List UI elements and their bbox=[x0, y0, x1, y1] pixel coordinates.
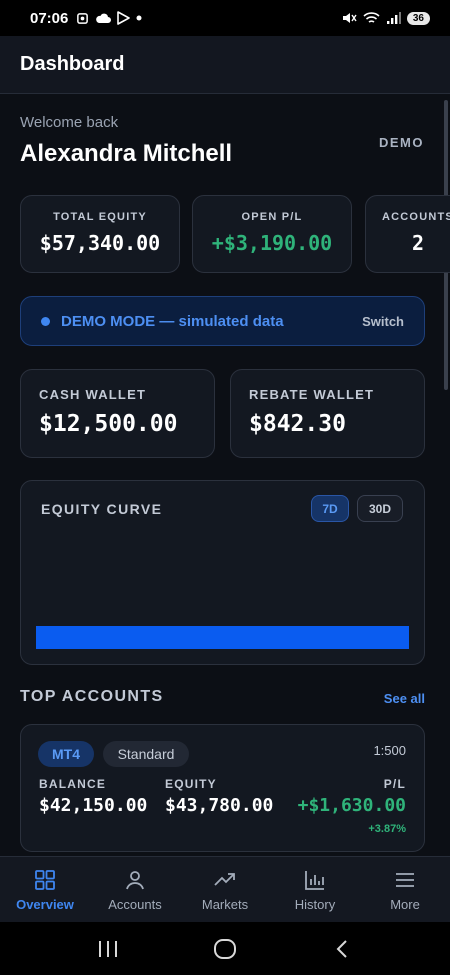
demo-mode-banner: DEMO MODE — simulated data Switch bbox=[20, 296, 425, 346]
stat-label: OPEN P/L bbox=[241, 211, 303, 223]
mode-badge: DEMO bbox=[379, 135, 424, 150]
balance-label: BALANCE bbox=[39, 777, 107, 791]
stat-value: 2 bbox=[412, 231, 425, 255]
stat-card-accounts: ACCOUNTS 2 bbox=[365, 195, 450, 273]
trending-up-icon bbox=[214, 873, 235, 886]
dot-icon bbox=[136, 15, 142, 21]
user-icon bbox=[126, 871, 144, 890]
range-30d-button[interactable]: 30D bbox=[357, 495, 403, 522]
range-7d-button[interactable]: 7D bbox=[311, 495, 349, 522]
status-right: 36 bbox=[342, 11, 430, 25]
switch-mode-button[interactable]: Switch bbox=[362, 314, 404, 329]
stat-value: $57,340.00 bbox=[39, 231, 161, 255]
stat-label: ACCOUNTS bbox=[382, 211, 450, 223]
nav-item-accounts[interactable]: Accounts bbox=[90, 857, 180, 923]
wallet-label: CASH WALLET bbox=[39, 387, 147, 402]
platform-badge: MT4 bbox=[38, 741, 94, 767]
welcome-text: Welcome back bbox=[20, 114, 119, 131]
sync-icon bbox=[77, 12, 89, 24]
home-icon bbox=[213, 938, 236, 959]
recent-apps-button[interactable] bbox=[88, 934, 128, 964]
equity-curve-card: EQUITY CURVE 7D 30D bbox=[20, 480, 425, 665]
demo-mode-text: DEMO MODE — simulated data bbox=[61, 312, 284, 330]
user-name: Alexandra Mitchell bbox=[20, 140, 233, 167]
wifi-icon bbox=[363, 11, 380, 23]
page-title: Dashboard bbox=[20, 53, 125, 75]
dashboard-content[interactable]: Welcome back Alexandra Mitchell DEMO TOT… bbox=[0, 94, 450, 856]
notification-icons bbox=[76, 11, 142, 25]
account-type-badge: Standard bbox=[103, 741, 189, 767]
mute-icon bbox=[342, 13, 357, 23]
equity-label: EQUITY bbox=[165, 777, 217, 791]
system-nav-bar bbox=[0, 922, 450, 975]
top-accounts-title: TOP ACCOUNTS bbox=[20, 688, 164, 705]
equity-value: $43,780.00 bbox=[165, 795, 274, 816]
status-left: 07:06 bbox=[30, 10, 142, 27]
nav-label: Overview bbox=[16, 897, 74, 912]
back-button[interactable] bbox=[322, 934, 362, 964]
balance-value: $42,150.00 bbox=[39, 795, 148, 816]
nav-item-overview[interactable]: Overview bbox=[0, 857, 90, 923]
nav-label: More bbox=[390, 897, 420, 912]
home-button[interactable] bbox=[205, 934, 245, 964]
account-card[interactable]: MT4 Standard 1:500 BALANCE $42,150.00 EQ… bbox=[20, 724, 425, 852]
back-icon bbox=[336, 939, 347, 958]
play-store-icon bbox=[117, 11, 131, 25]
nav-label: History bbox=[294, 897, 336, 912]
see-all-link[interactable]: See all bbox=[384, 691, 425, 706]
signal-icon bbox=[386, 11, 401, 24]
recent-apps-icon bbox=[99, 940, 118, 957]
leverage-value: 1:500 bbox=[373, 743, 406, 758]
equity-curve-chart bbox=[36, 626, 409, 649]
stat-value: +$3,190.00 bbox=[211, 231, 333, 255]
wallet-label: REBATE WALLET bbox=[249, 387, 375, 402]
battery-indicator: 36 bbox=[406, 11, 430, 25]
nav-item-history[interactable]: History bbox=[270, 857, 360, 923]
nav-label: Markets bbox=[201, 897, 249, 912]
app-bar: Dashboard bbox=[0, 36, 450, 94]
wallet-card-rebate[interactable]: REBATE WALLET $842.30 bbox=[230, 369, 425, 458]
nav-label: Accounts bbox=[108, 897, 162, 912]
wallet-card-cash[interactable]: CASH WALLET $12,500.00 bbox=[20, 369, 215, 458]
stat-card-open-pl: OPEN P/L +$3,190.00 bbox=[192, 195, 352, 273]
nav-item-markets[interactable]: Markets bbox=[180, 857, 270, 923]
status-dot-icon bbox=[41, 316, 50, 326]
wallet-value: $842.30 bbox=[249, 411, 346, 437]
grid-icon bbox=[35, 870, 55, 890]
menu-icon bbox=[396, 873, 414, 887]
equity-curve-title: EQUITY CURVE bbox=[41, 501, 163, 517]
cloud-icon bbox=[96, 13, 112, 23]
bottom-nav: Overview Accounts Markets History More bbox=[0, 856, 450, 922]
nav-item-more[interactable]: More bbox=[360, 857, 450, 923]
pl-percent: +3.87% bbox=[368, 823, 406, 835]
pl-label: P/L bbox=[383, 777, 406, 791]
stat-label: TOTAL EQUITY bbox=[53, 211, 147, 223]
bar-chart-icon bbox=[305, 871, 324, 890]
status-bar: 07:06 36 bbox=[0, 0, 450, 36]
pl-value: +$1,630.00 bbox=[297, 795, 406, 816]
wallet-value: $12,500.00 bbox=[39, 411, 178, 437]
status-time: 07:06 bbox=[30, 9, 69, 27]
stat-card-total-equity: TOTAL EQUITY $57,340.00 bbox=[20, 195, 180, 273]
